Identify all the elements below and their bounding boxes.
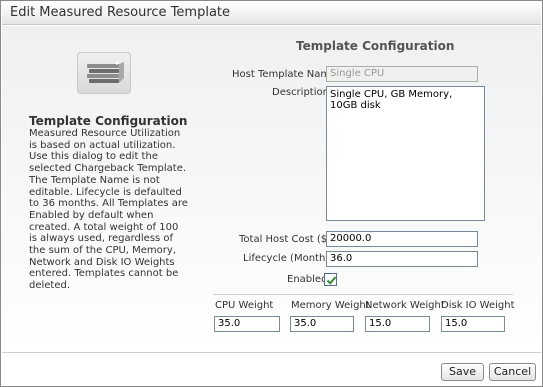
checkmark-icon <box>326 276 337 285</box>
dialog-title: Edit Measured Resource Template <box>10 5 231 20</box>
lifecycle-input[interactable]: 36.0 <box>326 251 478 267</box>
description-textarea[interactable]: Single CPU, GB Memory, 10GB disk <box>326 86 485 221</box>
cpu-weight-input[interactable]: 35.0 <box>214 316 280 332</box>
info-heading: Template Configuration <box>29 114 188 128</box>
dialog-content: Template Configuration Measured Resource… <box>2 26 541 351</box>
disk-io-weight-input[interactable]: 15.0 <box>441 316 505 332</box>
section-title: Template Configuration <box>296 39 455 53</box>
cpu-weight-label: CPU Weight <box>215 300 274 311</box>
dialog-titlebar[interactable]: Edit Measured Resource Template <box>2 2 541 25</box>
template-stack-icon <box>77 52 131 94</box>
enabled-label: Enabled <box>287 274 328 285</box>
enabled-checkbox[interactable] <box>324 273 337 286</box>
cancel-button[interactable]: Cancel <box>489 363 536 381</box>
description-label: Description <box>272 87 329 98</box>
host-template-name-field: Single CPU <box>326 66 478 82</box>
save-button[interactable]: Save <box>441 363 484 381</box>
total-host-cost-input[interactable]: 20000.0 <box>326 231 478 247</box>
network-weight-input[interactable]: 15.0 <box>365 316 430 332</box>
network-weight-label: Network Weight <box>365 300 445 311</box>
memory-weight-label: Memory Weight <box>291 300 370 311</box>
edit-template-dialog: Edit Measured Resource Template Template… <box>0 0 543 387</box>
weights-divider <box>213 294 513 295</box>
disk-io-weight-label: Disk IO Weight <box>441 300 515 311</box>
info-description: Measured Resource Utilization is based o… <box>29 128 188 292</box>
host-template-name-label: Host Template Name <box>232 69 337 80</box>
lifecycle-label: Lifecycle (Months) <box>243 253 335 264</box>
total-host-cost-label: Total Host Cost ($) <box>239 234 332 245</box>
dialog-footer: Save Cancel <box>2 352 541 386</box>
memory-weight-input[interactable]: 35.0 <box>290 316 354 332</box>
